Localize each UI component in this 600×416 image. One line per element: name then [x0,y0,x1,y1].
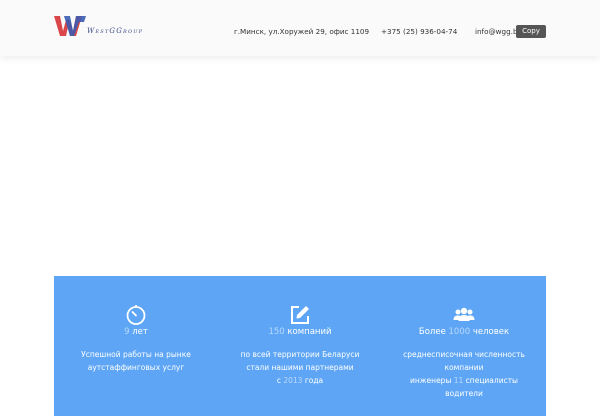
logo-w-icon [54,16,86,36]
header-address: г.Минск, ул.Хоружей 29, офис 1109 [234,27,370,36]
stat-desc-number: 11 [453,376,464,385]
stat-desc-line: среднесписочная численность [403,350,525,359]
stat-title: 150 компаний [218,327,382,337]
stat-title-prefix: Более [418,327,449,337]
stat-desc-line: с 2013 года [218,374,382,387]
stat-desc-line: компании [444,363,484,372]
stat-title-suffix: компаний [284,327,332,337]
stat-desc-line: аутстаффинговых услуг [87,363,185,372]
stat-desc-prefix: инженеры [410,376,454,385]
header-phone-link[interactable]: +375 (25) 936-04-74 [381,27,457,36]
clock-icon [54,304,218,326]
stat-desc-line: инженеры 11 специалисты [382,374,546,387]
stat-description: среднесписочная численность компании инж… [382,348,546,400]
copy-email-button[interactable]: Copy [516,25,546,38]
stat-number: 150 [268,327,285,337]
stat-title: 9 лет [54,327,218,337]
stats-section: 9 лет Успешной работы на рынке аутстаффи… [54,276,546,416]
edit-icon [218,304,382,326]
stat-desc-year: 2013 [283,376,303,385]
stat-number: 1000 [448,327,471,337]
stat-desc-suffix: специалисты [463,376,518,385]
stat-desc-line: Успешной работы на рынке [81,350,191,359]
stat-description: по всей территории Беларуси стали нашими… [218,348,382,387]
company-logo[interactable]: WestGGroup [54,12,143,38]
stat-desc-line: стали нашими партнерами [246,363,354,372]
stat-desc-suffix: года [302,376,324,385]
stat-title-suffix: человек [470,327,510,337]
stat-title: Более 1000 человек [382,327,546,337]
users-icon [382,304,546,326]
stat-title-suffix: лет [129,327,148,337]
site-header: WestGGroup г.Минск, ул.Хоружей 29, офис … [0,0,600,56]
header-email-link[interactable]: info@wgg.by [475,27,522,36]
stat-description: Успешной работы на рынке аутстаффинговых… [54,348,218,374]
stat-desc-line: водители [445,389,483,398]
logo-text: WestGGroup [87,27,144,35]
stat-desc-line: по всей территории Беларуси [240,350,360,359]
